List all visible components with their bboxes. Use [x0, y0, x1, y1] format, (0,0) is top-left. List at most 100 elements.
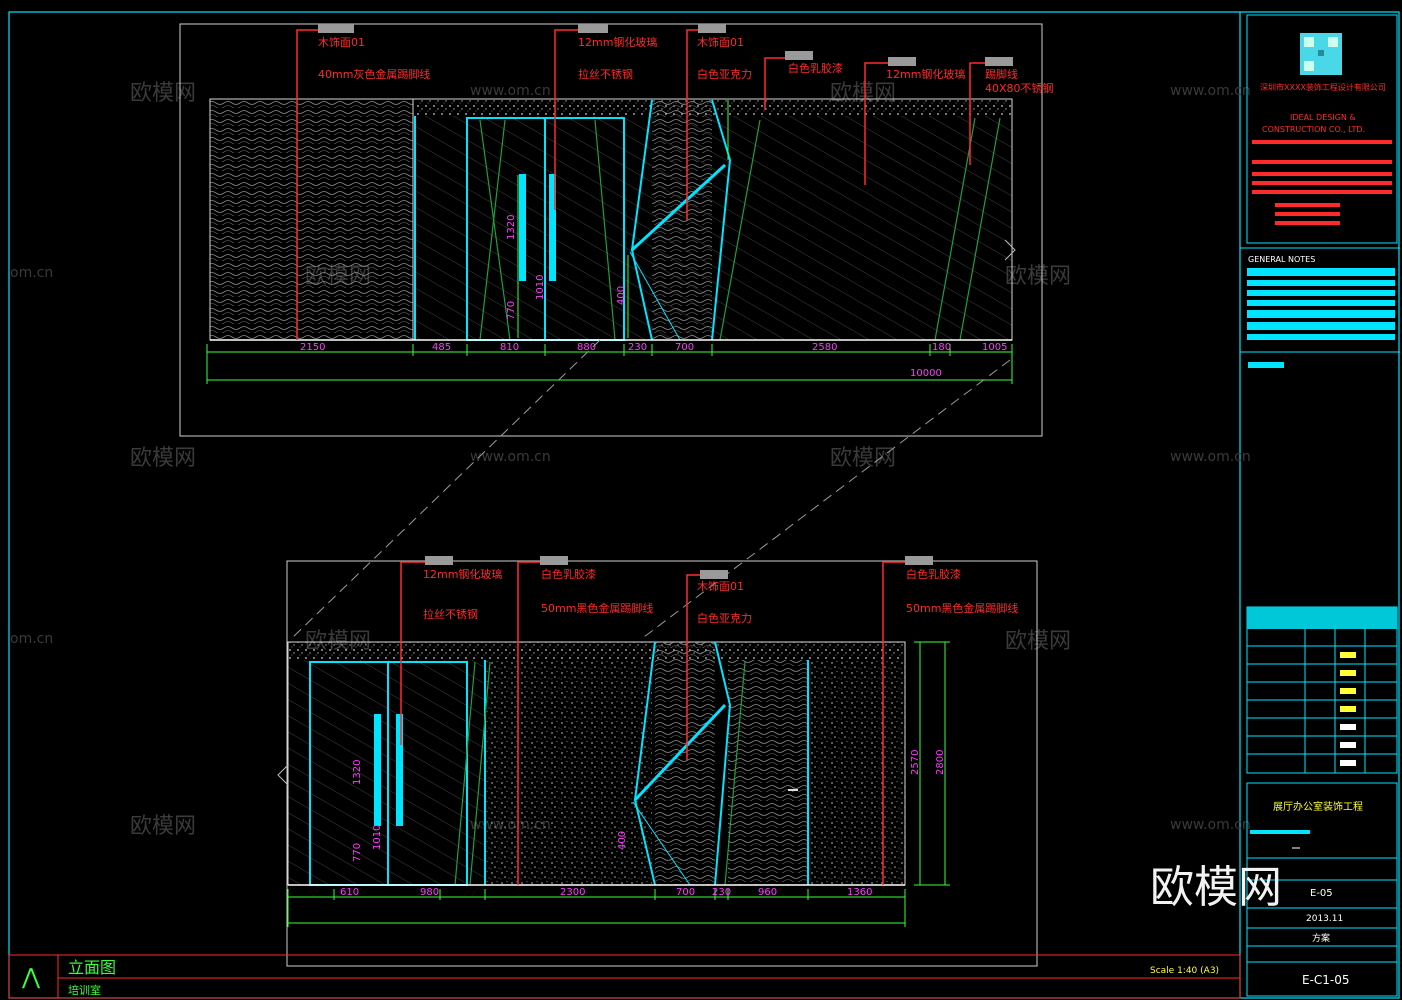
dimension-label: 610: [340, 887, 359, 898]
callout-label: 12mm钢化玻璃: [578, 35, 657, 49]
lower-dimension-labels: 610 980 2300 700 230 960 1360: [340, 887, 872, 898]
drawing-title: 立面图: [68, 958, 116, 977]
callout-label: 踢脚线: [985, 67, 1018, 81]
vertical-dim-label: 1010: [535, 275, 546, 300]
dimension-label: 1360: [847, 887, 872, 898]
company-name-en: CONSTRUCTION CO., LTD.: [1262, 125, 1365, 134]
dimension-label: 2580: [812, 342, 837, 353]
drawing-scale: Scale 1:40 (A3): [1150, 966, 1219, 976]
lower-glass-hatch: [288, 660, 485, 885]
notes-bars: [1247, 268, 1395, 340]
lower-ceiling-band: [288, 642, 905, 660]
vertical-dim-label: 1320: [506, 215, 517, 240]
watermark-text: om.cn: [10, 265, 53, 281]
callout-label: 白色乳胶漆: [788, 61, 843, 75]
dimension-label: 810: [500, 342, 519, 353]
callout-label: 50mm黑色金属踢脚线: [541, 601, 653, 615]
dimension-label: 960: [758, 887, 777, 898]
company-info-bars: [1252, 140, 1392, 225]
qr-code-icon: [1300, 33, 1342, 75]
upper-glass-hatch: [415, 116, 1012, 340]
upper-callout-tags: [318, 24, 1013, 66]
revision-signature-marks-white: [1340, 724, 1356, 766]
dimension-label: 700: [675, 342, 694, 353]
watermark-text: 欧模网: [1005, 264, 1071, 289]
dimension-label: 700: [676, 887, 695, 898]
vertical-dim-label: 1320: [352, 760, 363, 785]
callout-label: 白色乳胶漆: [541, 567, 596, 581]
dimension-total-label: 10000: [910, 368, 942, 379]
dimension-label: 485: [432, 342, 451, 353]
dimension-label: 980: [420, 887, 439, 898]
lower-wood-panel: [728, 660, 808, 885]
callout-label: 木饰面01: [697, 579, 744, 593]
note-mark: [1248, 362, 1284, 368]
upper-callout-text: 木饰面01 40mm灰色金属踢脚线 12mm钢化玻璃 拉丝不锈钢 木饰面01 白…: [318, 35, 1054, 95]
vertical-dim-label: 400: [616, 286, 627, 305]
callout-label: 拉丝不锈钢: [423, 607, 478, 621]
callout-label: 木饰面01: [318, 35, 365, 49]
dimension-label: 180: [932, 342, 951, 353]
project-box: [1246, 782, 1398, 859]
vertical-dim-label: 1010: [372, 825, 383, 850]
cad-elevation-sheet: 欧模网 www.om.cn 欧模网 www.om.cn om.cn 欧模网 欧模…: [8, 11, 1400, 999]
lower-stone-wall-right: [808, 660, 905, 885]
callout-label: 拉丝不锈钢: [578, 67, 633, 81]
watermark-text: www.om.cn: [1170, 817, 1251, 833]
revision-table: [1246, 606, 1398, 774]
lower-stone-wall-left: [485, 660, 652, 885]
callout-label: 白色亚克力: [697, 611, 752, 625]
watermark-text: 欧模网: [130, 81, 196, 106]
vertical-dim-label: 400: [617, 831, 628, 850]
vertical-dim-label: 770: [506, 301, 517, 320]
drawing-subtitle: 培训室: [68, 983, 101, 997]
revision-table-header: [1247, 607, 1397, 629]
dimension-label: 1005: [982, 342, 1007, 353]
dimension-label: 230: [712, 887, 731, 898]
vertical-dim-label: 2570: [910, 750, 921, 775]
watermark-overlay: 欧模网: [1150, 862, 1282, 913]
dimension-label: 230: [628, 342, 647, 353]
revision-table-grid: [1247, 629, 1397, 773]
watermark-text: www.om.cn: [470, 449, 551, 465]
watermark-text: www.om.cn: [1170, 83, 1251, 99]
upper-wood-panel: [209, 98, 414, 341]
dimension-label: 2150: [300, 342, 325, 353]
company-name-cn: 深圳市XXXX装饰工程设计有限公司: [1260, 82, 1386, 92]
project-bar: [1250, 830, 1310, 834]
elevation-mark-icon: ⋀: [21, 965, 41, 990]
watermark-text: 欧模网: [1005, 629, 1071, 654]
callout-label: 木饰面01: [697, 35, 744, 49]
dimension-label: 880: [577, 342, 596, 353]
watermark-text: 欧模网: [830, 446, 896, 471]
watermark-text: om.cn: [10, 631, 53, 647]
upper-elevation: 2150 485 810 880 230 700 2580 180 1005 1…: [179, 23, 1054, 437]
drawing-number: E-C1-05: [1302, 973, 1350, 987]
sheet-status: 方案: [1312, 932, 1330, 944]
callout-label: 白色乳胶漆: [906, 567, 961, 581]
vertical-dim-label: 770: [352, 843, 363, 862]
sheet-code: E-05: [1310, 888, 1333, 899]
callout-label: 白色亚克力: [697, 67, 752, 81]
cad-drawing-canvas: 欧模网 www.om.cn 欧模网 www.om.cn om.cn 欧模网 欧模…: [0, 0, 1402, 1000]
lower-elevation: 610 980 2300 700 230 960 1360 2570 2800 …: [277, 556, 1038, 967]
callout-label: 50mm黑色金属踢脚线: [906, 601, 1018, 615]
vertical-dim-label: 2800: [935, 750, 946, 775]
watermark-text: 欧模网: [130, 814, 196, 839]
callout-label: 12mm钢化玻璃: [886, 67, 965, 81]
callout-label: 12mm钢化玻璃: [423, 567, 502, 581]
projection-lines: [289, 339, 1011, 641]
upper-dimension-labels: 2150 485 810 880 230 700 2580 180 1005 1…: [300, 342, 1007, 379]
watermark-text: www.om.cn: [1170, 449, 1251, 465]
callout-label: 40X80不锈钢: [985, 82, 1054, 95]
company-name-en: IDEAL DESIGN &: [1290, 113, 1356, 122]
upper-dimension-chain: [206, 344, 1013, 384]
watermark-text: 欧模网: [130, 446, 196, 471]
project-name: 展厅办公室装饰工程: [1273, 800, 1363, 813]
notes-heading: GENERAL NOTES: [1248, 255, 1315, 264]
watermark-text: www.om.cn: [470, 83, 551, 99]
callout-label: 40mm灰色金属踢脚线: [318, 67, 430, 81]
dimension-label: 2300: [560, 887, 585, 898]
title-strip: ⋀ 立面图 培训室 Scale 1:40 (A3): [8, 954, 1241, 999]
sheet-date: 2013.11: [1306, 914, 1343, 924]
